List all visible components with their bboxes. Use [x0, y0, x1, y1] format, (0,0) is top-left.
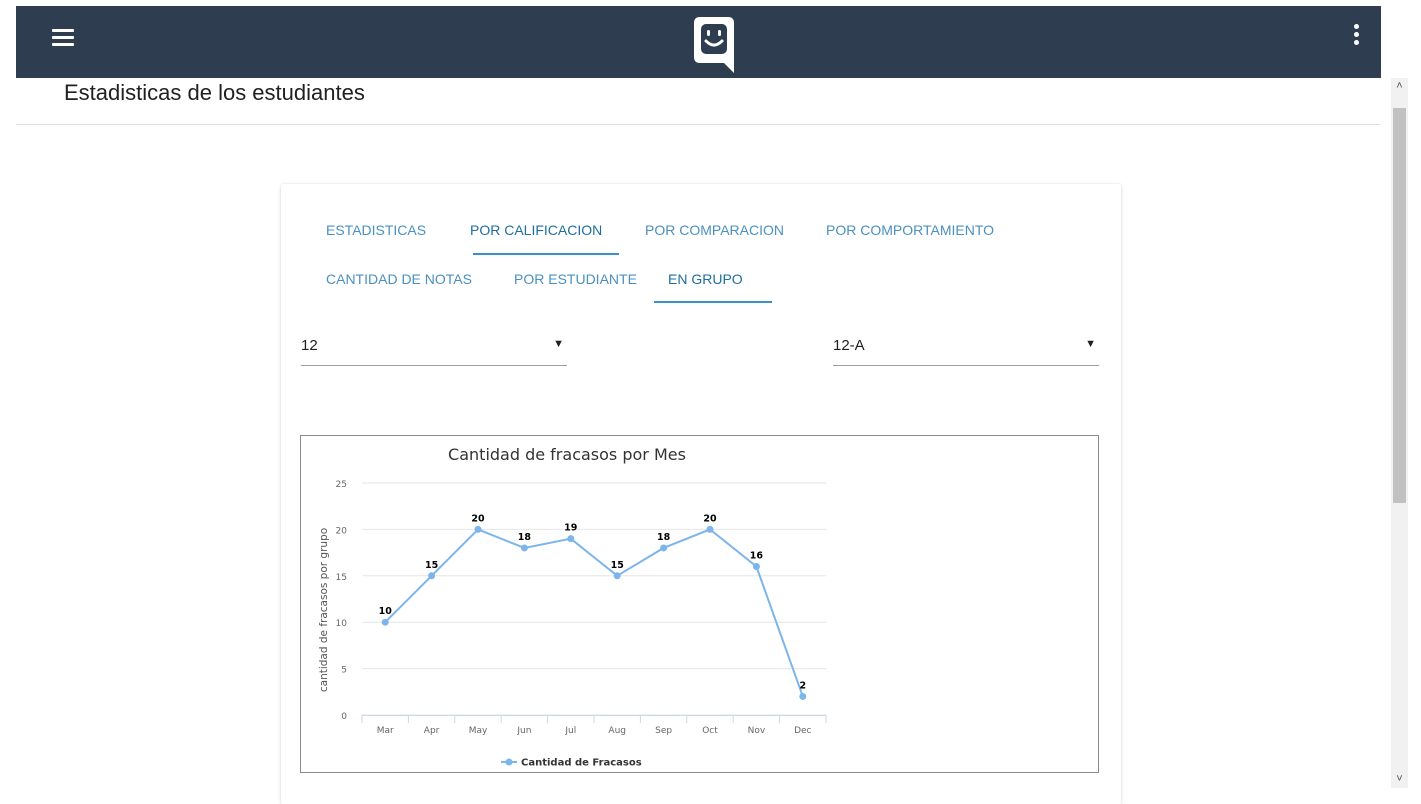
x-tick-label: Oct — [702, 726, 718, 736]
data-point[interactable] — [752, 563, 760, 571]
data-label: 15 — [425, 560, 438, 571]
grade-select[interactable]: 12 ▼ — [301, 325, 567, 366]
tab-por-comparacion[interactable]: POR COMPARACION — [645, 222, 784, 238]
y-tick-label: 10 — [336, 619, 348, 629]
tab-en-grupo[interactable]: EN GRUPO — [668, 271, 743, 287]
data-point[interactable] — [474, 525, 482, 533]
y-tick-label: 25 — [336, 480, 347, 490]
y-tick-label: 0 — [341, 712, 347, 722]
data-point[interactable] — [520, 544, 528, 552]
chart-title: Cantidad de fracasos por Mes — [448, 445, 686, 464]
data-point[interactable] — [567, 535, 575, 543]
series-line — [384, 528, 804, 697]
x-tick-label: Nov — [748, 726, 766, 736]
x-tick-label: Aug — [608, 726, 626, 736]
legend-marker-point — [505, 758, 513, 766]
scroll-up-arrow-icon[interactable]: ˄ — [1391, 78, 1408, 95]
x-tick-label: Jun — [516, 726, 531, 736]
y-tick-label: 5 — [341, 666, 347, 676]
scroll-thumb[interactable] — [1393, 108, 1406, 503]
x-tick-label: Dec — [794, 726, 811, 736]
data-point[interactable] — [706, 525, 714, 533]
y-tick-label: 20 — [336, 526, 348, 536]
dropdown-arrow-icon: ▼ — [1085, 338, 1096, 350]
data-point[interactable] — [613, 572, 621, 580]
tab-por-comportamiento[interactable]: POR COMPORTAMIENTO — [826, 222, 994, 238]
more-options-icon[interactable] — [1349, 24, 1363, 50]
dropdown-arrow-icon: ▼ — [553, 338, 564, 350]
x-tick-label: Mar — [377, 726, 394, 736]
group-select-value: 12-A — [833, 337, 865, 354]
subtab-active-indicator — [654, 301, 772, 303]
group-select[interactable]: 12-A ▼ — [833, 325, 1099, 366]
data-label: 2 — [799, 680, 806, 691]
page-title: Estadisticas de los estudiantes — [64, 80, 365, 105]
line-chart: Cantidad de fracasos por Mes cantidad de… — [318, 445, 827, 769]
tab-estadisticas[interactable]: ESTADISTICAS — [326, 222, 426, 238]
data-label: 20 — [703, 513, 717, 524]
legend-item-label[interactable]: Cantidad de Fracasos — [521, 758, 642, 769]
y-axis-label: cantidad de fracasos por grupo — [318, 528, 330, 692]
scroll-down-arrow-icon[interactable]: ˅ — [1391, 771, 1408, 788]
data-label: 16 — [750, 551, 764, 562]
data-label: 10 — [379, 606, 393, 617]
x-tick-label: Sep — [655, 726, 672, 736]
chart-container: Cantidad de fracasos por Mes cantidad de… — [300, 435, 1099, 773]
vertical-scrollbar[interactable]: ˄ ˅ — [1391, 78, 1408, 788]
data-point[interactable] — [381, 618, 389, 626]
data-label: 18 — [518, 532, 532, 543]
data-point[interactable] — [660, 544, 668, 552]
x-tick-label: Apr — [424, 726, 440, 736]
logo-icon — [694, 17, 734, 73]
data-label: 19 — [564, 523, 577, 534]
tab-por-estudiante[interactable]: POR ESTUDIANTE — [514, 271, 637, 287]
data-label: 18 — [657, 532, 671, 543]
statistics-card: ESTADISTICAS POR CALIFICACION POR COMPAR… — [281, 184, 1121, 804]
grade-select-value: 12 — [301, 337, 318, 354]
data-point[interactable] — [428, 572, 436, 580]
data-label: 20 — [471, 513, 485, 524]
app-header — [16, 6, 1381, 78]
title-divider — [16, 124, 1381, 125]
hamburger-menu-icon[interactable] — [52, 29, 74, 47]
data-point[interactable] — [799, 692, 807, 700]
x-tick-label: Jul — [564, 726, 576, 736]
tab-cantidad-de-notas[interactable]: CANTIDAD DE NOTAS — [326, 271, 472, 287]
tab-active-indicator — [473, 253, 619, 255]
data-label: 15 — [611, 560, 624, 571]
window-edge — [0, 0, 16, 788]
tab-por-calificacion[interactable]: POR CALIFICACION — [470, 222, 602, 238]
x-tick-label: May — [469, 726, 488, 736]
y-tick-label: 15 — [336, 573, 347, 583]
